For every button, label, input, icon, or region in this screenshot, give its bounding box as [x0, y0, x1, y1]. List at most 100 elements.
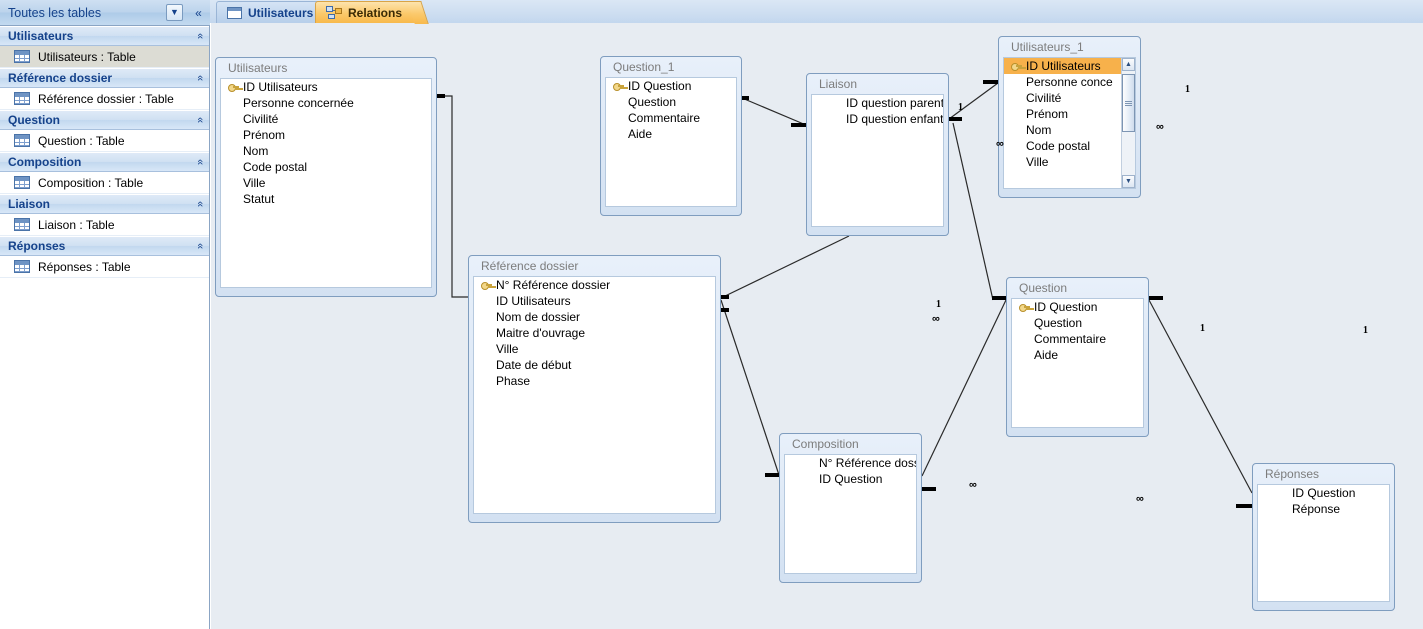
field-label: Statut	[243, 192, 275, 206]
chevron-up-icon[interactable]: «	[194, 159, 206, 165]
nav-group-header[interactable]: Composition «	[0, 152, 209, 172]
field-row[interactable]: ID Utilisateurs	[474, 293, 715, 309]
field-row[interactable]: Maitre d'ouvrage	[474, 325, 715, 341]
field-row[interactable]: ID Question	[1012, 299, 1143, 315]
nav-group-header[interactable]: Réponses «	[0, 236, 209, 256]
field-label: ID Question	[819, 472, 883, 486]
chevron-down-icon[interactable]: ▼	[166, 4, 183, 21]
field-row[interactable]: Commentaire	[1012, 331, 1143, 347]
tab-label: Relations	[348, 5, 403, 20]
primary-key-slot	[1016, 303, 1032, 312]
field-label: ID question enfant	[846, 112, 944, 126]
tab-relations[interactable]: Relations	[315, 1, 429, 24]
scrollbar-thumb[interactable]	[1122, 74, 1135, 132]
relation-table-box[interactable]: Question_1 ID Question Question Commentaire…	[600, 56, 742, 216]
field-row[interactable]: Aide	[1012, 347, 1143, 363]
field-row[interactable]: Commentaire	[606, 110, 736, 126]
nav-group-header[interactable]: Utilisateurs «	[0, 26, 209, 46]
field-label: Aide	[1034, 348, 1059, 362]
relation-table-fields: ID question parent ID question enfant	[811, 94, 944, 227]
chevron-up-icon[interactable]: «	[194, 243, 206, 249]
field-row[interactable]: ID Question	[606, 78, 736, 94]
field-row[interactable]: Ville	[1004, 154, 1135, 170]
vertical-scrollbar[interactable]: ▲ ▼	[1121, 58, 1135, 188]
relation-table-title[interactable]: Utilisateurs	[220, 58, 432, 78]
field-row[interactable]: Phase	[474, 373, 715, 389]
relation-table-title[interactable]: Composition	[784, 434, 917, 454]
cardinality-one-label: 1	[1185, 84, 1190, 95]
field-row[interactable]: Question	[606, 94, 736, 110]
chevron-up-icon[interactable]: «	[194, 117, 206, 123]
field-label: Civilité	[243, 112, 279, 126]
sidebar-item-table[interactable]: Référence dossier : Table	[0, 88, 209, 110]
field-row[interactable]: Aide	[606, 126, 736, 142]
field-row[interactable]: Prénom	[221, 127, 431, 143]
field-row[interactable]: Civilité	[1004, 90, 1135, 106]
double-chevron-left-icon[interactable]: «	[190, 4, 207, 21]
relation-table-title[interactable]: Liaison	[811, 74, 944, 94]
field-row[interactable]: Statut	[221, 191, 431, 207]
field-row[interactable]: Ville	[221, 175, 431, 191]
field-row[interactable]: Ville	[474, 341, 715, 357]
field-row[interactable]: Code postal	[1004, 138, 1135, 154]
relation-table-title[interactable]: Réponses	[1257, 464, 1390, 484]
sidebar-item-table[interactable]: Composition : Table	[0, 172, 209, 194]
field-row[interactable]: Personne conce	[1004, 74, 1135, 90]
chevron-up-icon[interactable]: «	[194, 33, 206, 39]
sidebar-item-table[interactable]: Utilisateurs : Table	[0, 46, 209, 68]
key-icon	[1010, 62, 1022, 71]
chevron-up-icon[interactable]: «	[194, 201, 206, 207]
table-icon	[14, 92, 30, 105]
sidebar-item-table[interactable]: Question : Table	[0, 130, 209, 152]
field-label: ID Question	[1034, 300, 1098, 314]
field-row[interactable]: Réponse	[1258, 501, 1389, 517]
relations-canvas[interactable]: Utilisateurs ID Utilisateurs Personne conc…	[211, 23, 1423, 629]
relation-table-box[interactable]: Utilisateurs ID Utilisateurs Personne conc…	[215, 57, 437, 297]
navigation-pane-groups: Utilisateurs « Utilisateurs : Table Référen…	[0, 26, 209, 278]
nav-group-header[interactable]: Référence dossier «	[0, 68, 209, 88]
field-row[interactable]: Civilité	[221, 111, 431, 127]
relation-table-box[interactable]: Composition N° Référence dossi ID Question	[779, 433, 922, 583]
field-row[interactable]: Prénom	[1004, 106, 1135, 122]
field-row[interactable]: Nom de dossier	[474, 309, 715, 325]
scroll-down-arrow-icon[interactable]: ▼	[1122, 175, 1135, 188]
field-row[interactable]: N° Référence dossi	[785, 455, 916, 471]
relation-table-box[interactable]: Réponses ID Question Réponse	[1252, 463, 1395, 611]
field-row[interactable]: Code postal	[221, 159, 431, 175]
relation-table-title[interactable]: Utilisateurs_1	[1003, 37, 1136, 57]
field-row[interactable]: Date de début	[474, 357, 715, 373]
tab-label: Utilisateurs	[248, 5, 314, 20]
relation-table-box[interactable]: Liaison ID question parent ID question enf…	[806, 73, 949, 236]
field-row[interactable]: ID question parent	[812, 95, 943, 111]
relation-table-title[interactable]: Question_1	[605, 57, 737, 77]
tab-utilisateurs[interactable]: Utilisateurs	[216, 1, 331, 23]
relation-table-box[interactable]: Utilisateurs_1 ID Utilisateurs Personne co…	[998, 36, 1141, 198]
relation-table-title[interactable]: Référence dossier	[473, 256, 716, 276]
field-row[interactable]: ID Utilisateurs	[1004, 58, 1135, 74]
field-row[interactable]: Personne concernée	[221, 95, 431, 111]
field-label: ID Utilisateurs	[243, 80, 318, 94]
relation-table-fields: ID Question Réponse	[1257, 484, 1390, 602]
navigation-pane: Toutes les tables ▼ « Utilisateurs «Utili…	[0, 0, 210, 629]
field-label: Nom	[1026, 123, 1052, 137]
relation-table-box[interactable]: Référence dossier N° Référence dossier ID …	[468, 255, 721, 523]
field-row[interactable]: Nom	[1004, 122, 1135, 138]
field-row[interactable]: Question	[1012, 315, 1143, 331]
nav-group-header[interactable]: Question «	[0, 110, 209, 130]
scroll-up-arrow-icon[interactable]: ▲	[1122, 58, 1135, 71]
field-row[interactable]: N° Référence dossier	[474, 277, 715, 293]
field-row[interactable]: ID Question	[785, 471, 916, 487]
relation-table-box[interactable]: Question ID Question Question Commentaire Ai…	[1006, 277, 1149, 437]
nav-group-header[interactable]: Liaison «	[0, 194, 209, 214]
chevron-up-icon[interactable]: «	[194, 75, 206, 81]
field-row[interactable]: ID Utilisateurs	[221, 79, 431, 95]
sidebar-item-table[interactable]: Réponses : Table	[0, 256, 209, 278]
field-row[interactable]: ID Question	[1258, 485, 1389, 501]
sidebar-item-label: Réponses : Table	[38, 259, 131, 274]
sidebar-item-label: Liaison : Table	[38, 217, 115, 232]
relation-table-fields: N° Référence dossi ID Question	[784, 454, 917, 574]
field-row[interactable]: ID question enfant	[812, 111, 943, 127]
relation-table-title[interactable]: Question	[1011, 278, 1144, 298]
field-row[interactable]: Nom	[221, 143, 431, 159]
sidebar-item-table[interactable]: Liaison : Table	[0, 214, 209, 236]
